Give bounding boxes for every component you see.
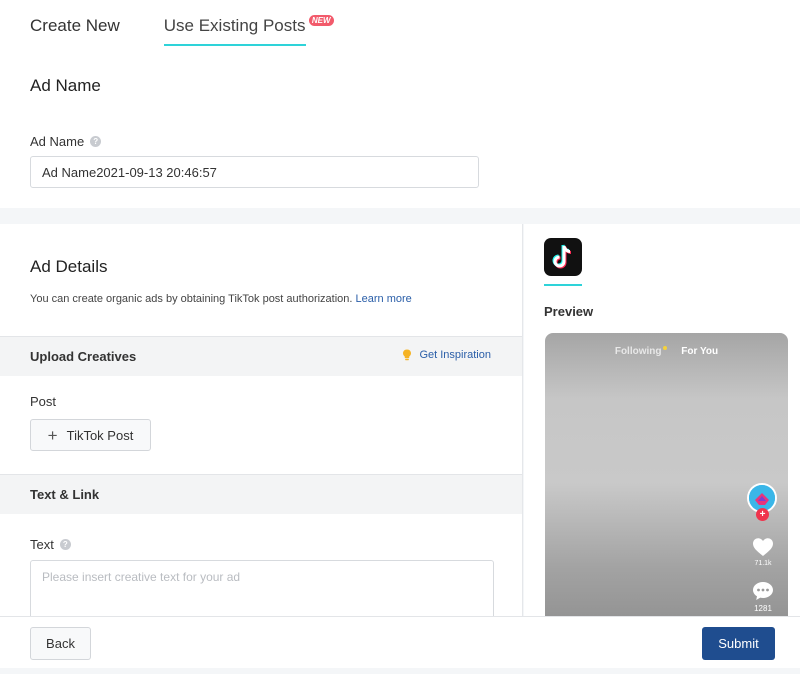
tiktok-logo <box>544 238 582 276</box>
lightbulb-icon <box>403 349 412 361</box>
ad-details-card: Ad Details You can create organic ads by… <box>0 224 523 616</box>
get-inspiration-link[interactable]: Get Inspiration <box>402 349 491 361</box>
ad-name-input[interactable] <box>30 156 479 188</box>
tab-use-existing-label: Use Existing Posts <box>163 16 306 35</box>
text-label-text: Text <box>30 537 54 552</box>
feed-tab-following: Following <box>614 346 662 357</box>
footer-bar: Back Submit <box>0 616 800 668</box>
tab-use-existing-posts[interactable]: Use Existing Posts NEW <box>163 15 334 46</box>
tiktok-note-icon <box>552 244 572 269</box>
back-button[interactable]: Back <box>30 627 91 660</box>
preview-panel: Preview Following For You + 71.1k 1281 <box>524 224 800 616</box>
tab-create-new[interactable]: Create New <box>30 16 120 36</box>
post-label: Post <box>30 394 57 409</box>
ad-text-input[interactable] <box>30 560 494 616</box>
text-link-header: Text & Link <box>0 474 522 514</box>
upload-creatives-label: Upload Creatives <box>30 349 137 364</box>
creation-mode-tabs: Create New Use Existing Posts NEW <box>30 15 334 46</box>
comment-count: 1281 <box>754 604 772 613</box>
ad-details-description-text: You can create organic ads by obtaining … <box>30 293 353 305</box>
add-tiktok-post-button[interactable]: + TikTok Post <box>30 419 151 451</box>
help-icon[interactable]: ? <box>90 136 102 147</box>
comment-icon <box>753 582 773 600</box>
ad-name-label: Ad Name ? <box>30 134 102 149</box>
phone-preview: Following For You + 71.1k 1281 <box>545 333 788 616</box>
help-icon[interactable]: ? <box>59 539 71 550</box>
ad-details-description: You can create organic ads by obtaining … <box>30 293 412 305</box>
heart-icon <box>753 538 773 556</box>
upload-creatives-header: Upload Creatives Get Inspiration <box>0 336 522 376</box>
learn-more-link[interactable]: Learn more <box>356 293 412 305</box>
tiktok-post-button-label: TikTok Post <box>66 427 134 443</box>
ad-name-card: Create New Use Existing Posts NEW Ad Nam… <box>0 0 800 208</box>
tiktok-platform-tab[interactable] <box>544 238 582 286</box>
like-count: 71.1k <box>754 560 772 567</box>
ad-name-section-title: Ad Name <box>30 76 101 95</box>
preview-label: Preview <box>544 304 594 319</box>
ad-details-title: Ad Details <box>30 257 108 276</box>
feed-tab-for-you: For You <box>681 346 719 357</box>
get-inspiration-label: Get Inspiration <box>419 349 491 361</box>
new-badge: NEW <box>308 15 334 26</box>
ad-name-label-text: Ad Name <box>30 134 85 149</box>
text-link-label: Text & Link <box>30 487 100 502</box>
feed-tabs: Following For You <box>545 346 788 357</box>
submit-button[interactable]: Submit <box>702 627 775 660</box>
notification-dot <box>662 346 667 350</box>
text-label: Text ? <box>30 537 71 552</box>
follow-plus-icon: + <box>756 508 769 521</box>
plus-icon: + <box>47 425 58 445</box>
